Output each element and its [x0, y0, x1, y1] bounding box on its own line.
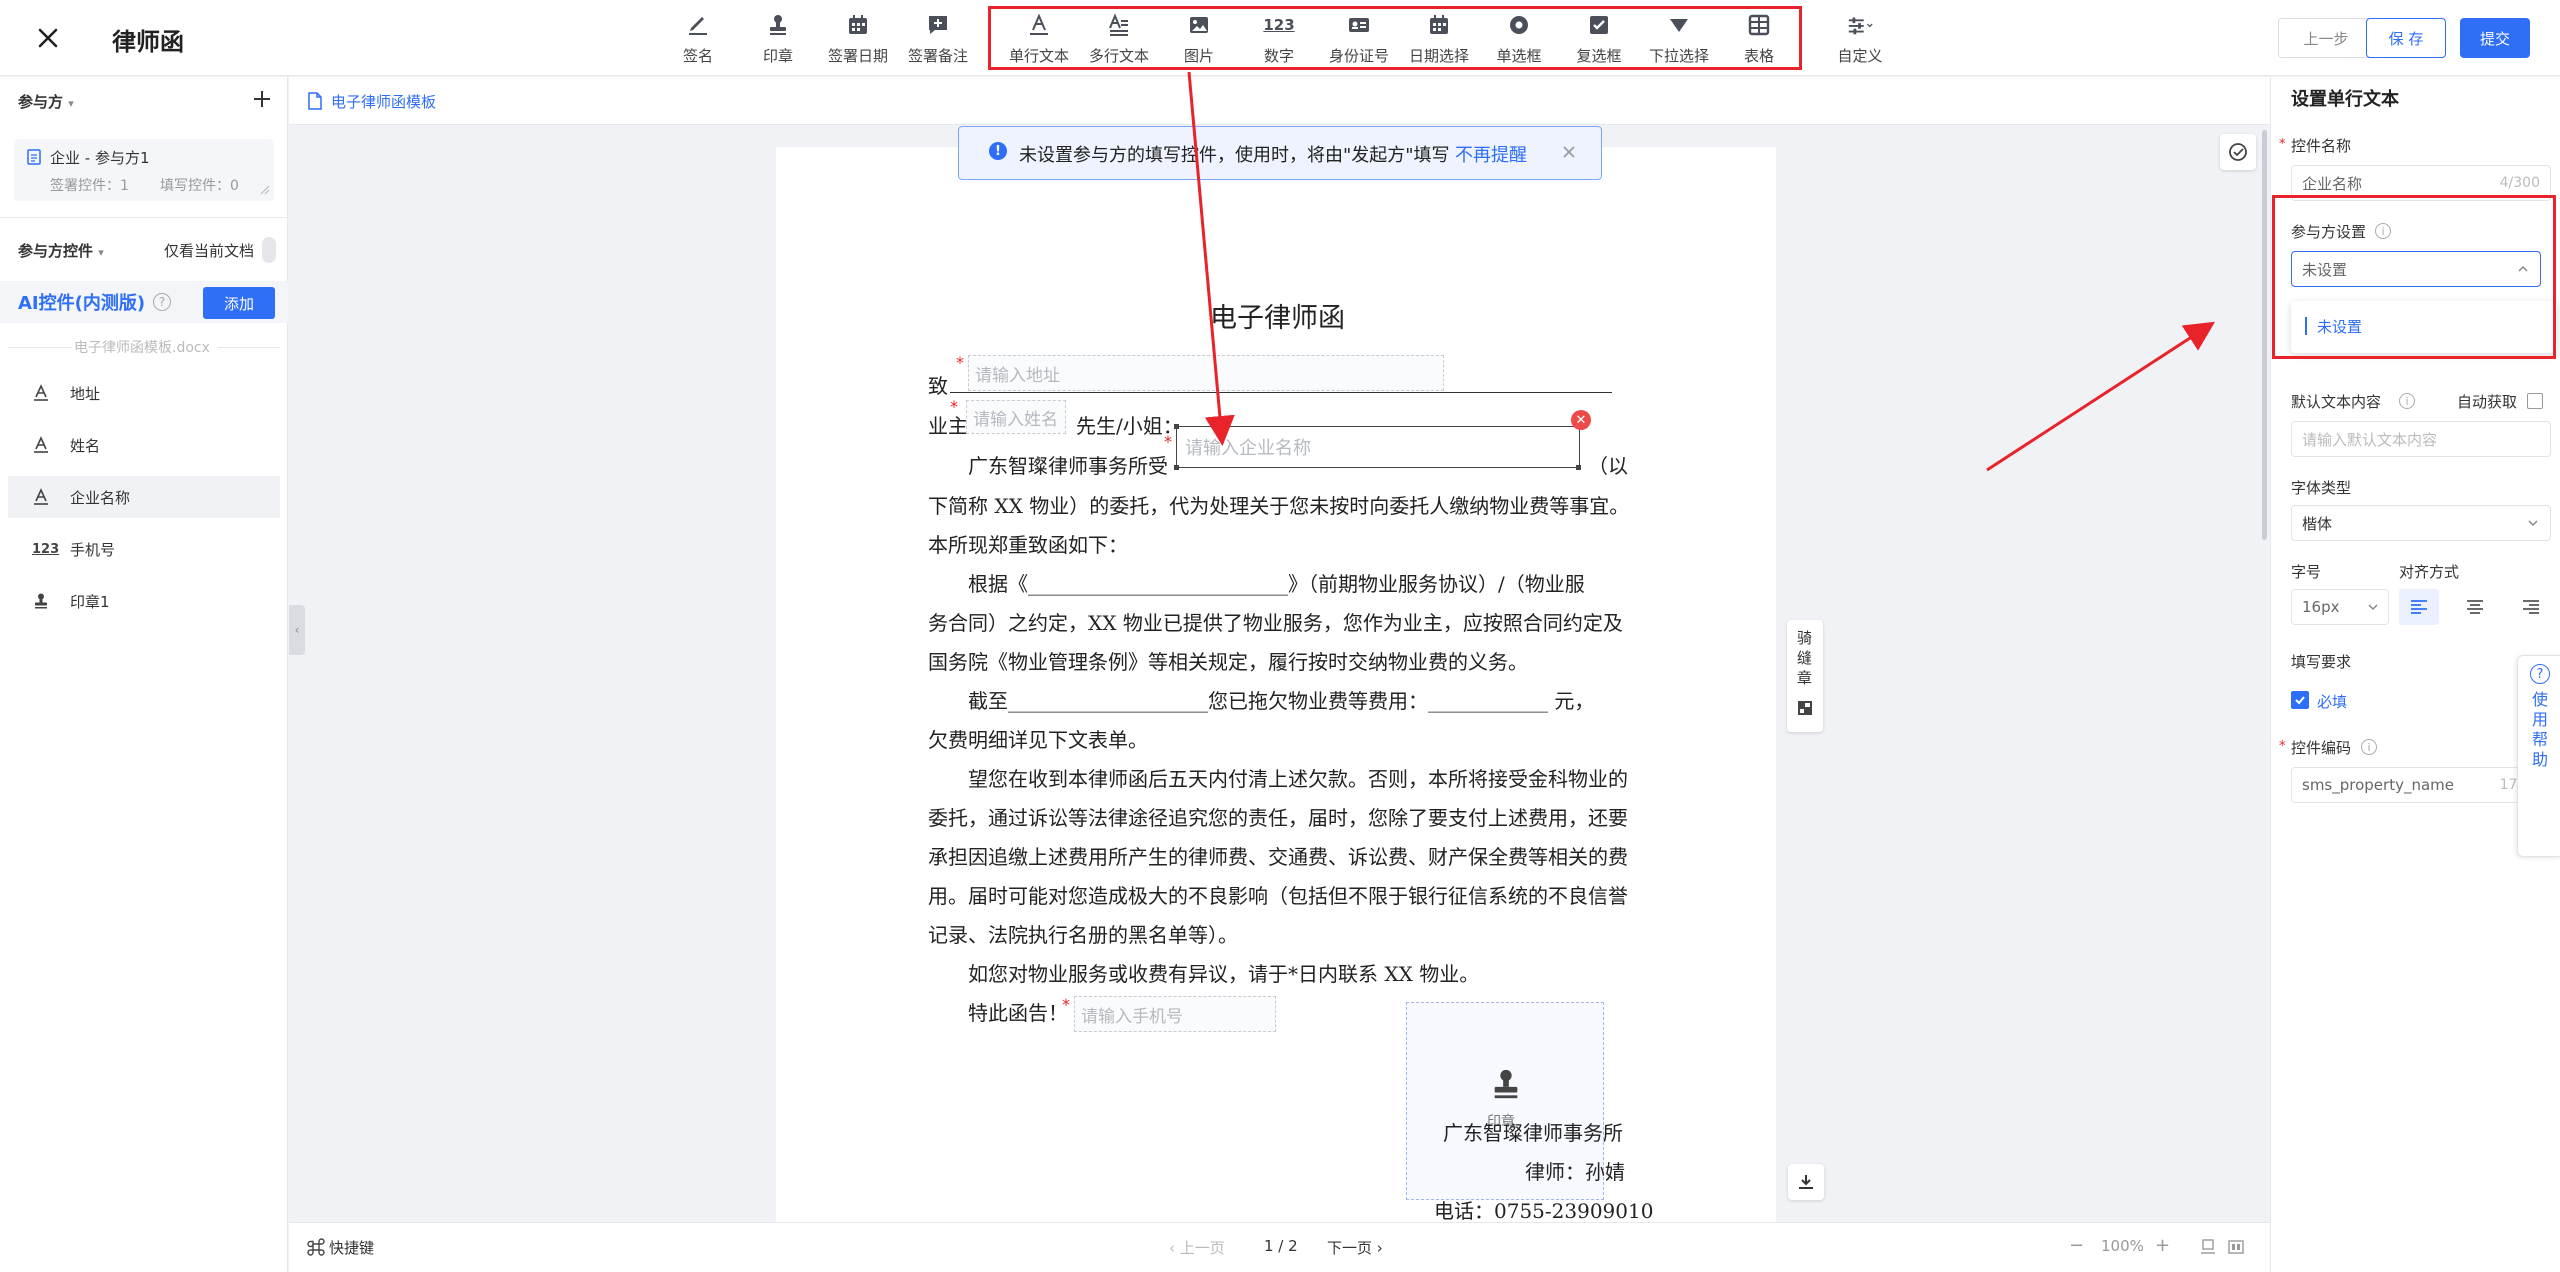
annotation-arrows [1187, 71, 2216, 472]
annotation-arrow-to-panel [1986, 321, 2216, 472]
annotation-arrow-to-field [1187, 71, 1235, 446]
